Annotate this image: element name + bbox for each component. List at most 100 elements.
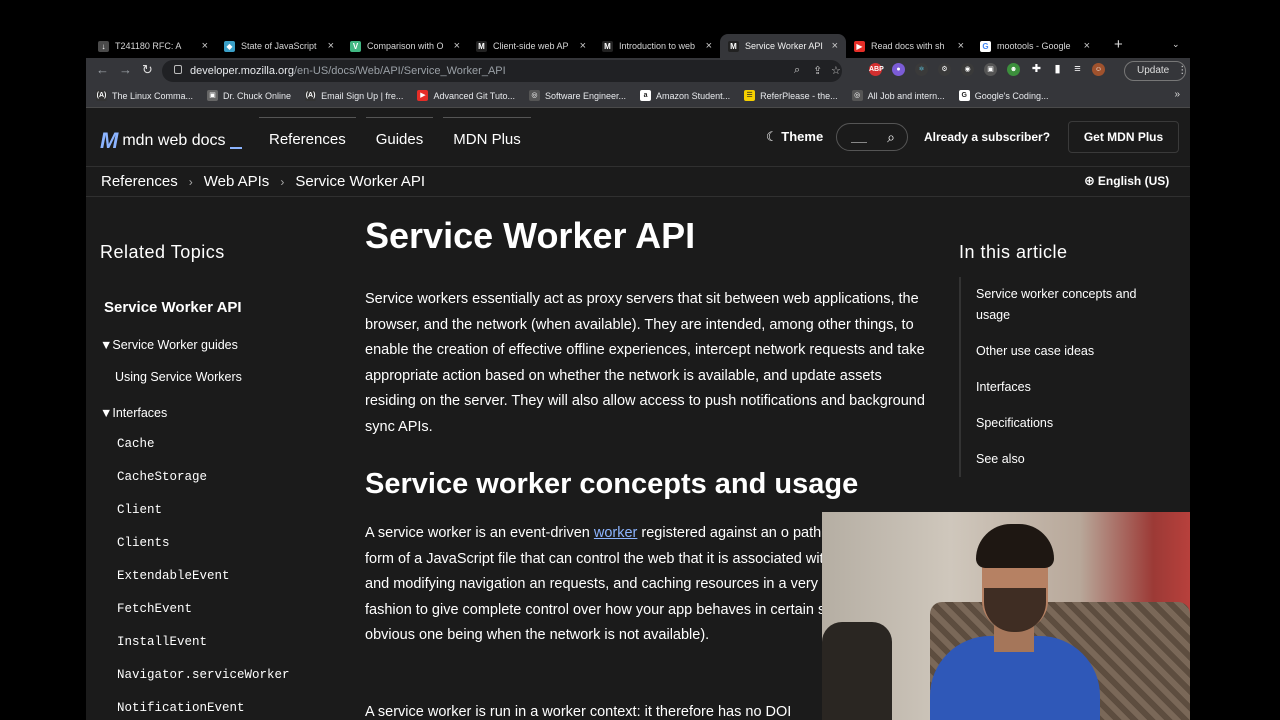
- bookmark-favicon: ☰: [744, 90, 756, 101]
- chevron-double-right-icon[interactable]: »: [1174, 89, 1180, 100]
- bookmark-star-icon[interactable]: ☆: [831, 64, 841, 77]
- sidebar-item-installevent[interactable]: InstallEvent: [117, 635, 207, 649]
- tab-state-of-js[interactable]: ◆ State of JavaScript ×: [216, 34, 342, 58]
- bookmark-referplease[interactable]: ☰ ReferPlease - the...: [744, 90, 838, 101]
- tab-label: Read docs with sh: [871, 41, 945, 51]
- tab-label: State of JavaScript: [241, 41, 317, 51]
- bookmark-all-jobs[interactable]: ◎ All Job and intern...: [851, 90, 945, 101]
- bookmark-advanced-git[interactable]: ▶ Advanced Git Tuto...: [417, 90, 515, 101]
- share-icon[interactable]: ⇪: [813, 64, 822, 77]
- profile-avatar[interactable]: ☺: [1092, 63, 1105, 76]
- toc-item-see-also[interactable]: See also: [976, 449, 1025, 470]
- bookmark-software-engineer[interactable]: ◎ Software Engineer...: [528, 90, 626, 101]
- chevron-down-icon[interactable]: ⌄: [1172, 39, 1180, 50]
- bookmark-email-signup[interactable]: (A) Email Sign Up | fre...: [305, 90, 403, 101]
- tab-favicon: ▶: [854, 40, 865, 52]
- triangle-down-icon: ▼: [100, 406, 113, 420]
- tab-service-worker-api[interactable]: M Service Worker API ×: [720, 34, 846, 58]
- nav-mdn-plus[interactable]: MDN Plus: [443, 117, 531, 161]
- back-icon[interactable]: ←: [96, 62, 109, 77]
- sidebar-item-clients[interactable]: Clients: [117, 536, 170, 550]
- reload-icon[interactable]: ↻: [142, 62, 153, 78]
- reading-list-icon[interactable]: ≡: [1071, 63, 1084, 76]
- sidebar-item-cache[interactable]: Cache: [117, 437, 155, 451]
- sidebar-item-using-service-workers[interactable]: Using Service Workers: [115, 370, 242, 384]
- sidebar-item-client[interactable]: Client: [117, 503, 162, 517]
- puzzle-extensions-icon[interactable]: ✚: [1030, 63, 1043, 76]
- gamepad-extension-icon[interactable]: ◉: [961, 63, 974, 76]
- react-devtools-icon[interactable]: ⚛: [915, 63, 928, 76]
- mdn-logo[interactable]: M mdn web docs: [100, 128, 242, 154]
- zoom-icon[interactable]: ⌕: [794, 64, 800, 77]
- update-button[interactable]: Update ⋮: [1124, 61, 1187, 81]
- sidebar-item-notificationevent[interactable]: NotificationEvent: [117, 701, 245, 715]
- breadcrumb-service-worker-api[interactable]: Service Worker API: [295, 173, 425, 190]
- toc-item-specifications[interactable]: Specifications: [976, 413, 1053, 434]
- nav-references[interactable]: References: [259, 117, 356, 161]
- sidebar-item-fetchevent[interactable]: FetchEvent: [117, 602, 192, 616]
- tab-mootools[interactable]: Gmootools - Google ×: [972, 34, 1098, 58]
- sidebar-current-page[interactable]: Service Worker API: [104, 299, 242, 316]
- toc-item-concepts[interactable]: Service worker concepts and usage: [976, 284, 1156, 326]
- sidebar-item-extendableevent[interactable]: ExtendableEvent: [117, 569, 230, 583]
- close-icon[interactable]: ×: [202, 40, 208, 52]
- sidebar-item-cachestorage[interactable]: CacheStorage: [117, 470, 207, 484]
- worker-link[interactable]: worker: [594, 525, 638, 541]
- bookmark-amazon-student[interactable]: a Amazon Student...: [640, 90, 730, 101]
- main-nav: References Guides MDN Plus: [259, 117, 541, 161]
- settings-extension-icon[interactable]: ⚙: [938, 63, 951, 76]
- site-header: M mdn web docs References Guides MDN Plu…: [86, 109, 1190, 167]
- sidebar-item-navigator-serviceworker[interactable]: Navigator.serviceWorker: [117, 668, 290, 682]
- sidebar-panel-icon[interactable]: ▮: [1051, 63, 1064, 76]
- bookmark-label: The Linux Comma...: [112, 90, 194, 101]
- bookmark-favicon: (A): [305, 90, 317, 101]
- bookmark-google-coding[interactable]: G Google's Coding...: [958, 90, 1048, 101]
- forward-icon[interactable]: →: [119, 62, 132, 77]
- toc-item-other-use-cases[interactable]: Other use case ideas: [976, 341, 1094, 362]
- tab-rfc[interactable]: ↓ T241180 RFC: A ×: [90, 34, 216, 58]
- tab-client-side-web-api[interactable]: M Client-side web AP ×: [468, 34, 594, 58]
- nav-guides[interactable]: Guides: [365, 117, 434, 161]
- bookmark-linux-command[interactable]: (A) The Linux Comma...: [96, 90, 193, 101]
- close-icon[interactable]: ×: [1084, 40, 1090, 52]
- bookmark-dr-chuck[interactable]: ▣ Dr. Chuck Online: [207, 90, 291, 101]
- paragraph-text: A service worker is an event-driven: [365, 525, 594, 541]
- theme-button[interactable]: ☾ Theme: [766, 129, 823, 145]
- breadcrumb-bar: References › Web APIs › Service Worker A…: [86, 168, 1190, 197]
- sidebar: Related Topics Service Worker API ▼Servi…: [100, 198, 340, 720]
- sidebar-group-interfaces[interactable]: ▼Interfaces: [100, 406, 167, 420]
- kebab-menu-icon[interactable]: ⋮: [1177, 65, 1187, 76]
- url-path: /en-US/docs/Web/API/Service_Worker_API: [293, 65, 506, 77]
- toc-item-interfaces[interactable]: Interfaces: [976, 377, 1031, 398]
- bookmark-favicon: a: [640, 90, 652, 101]
- search-placeholder-line: [851, 142, 867, 143]
- new-tab-icon[interactable]: +: [1114, 36, 1123, 53]
- breadcrumb-references[interactable]: References: [101, 173, 178, 190]
- close-icon[interactable]: ×: [706, 40, 712, 52]
- bookmark-label: All Job and intern...: [867, 90, 945, 101]
- breadcrumb-web-apis[interactable]: Web APIs: [204, 173, 270, 190]
- frog-extension-icon[interactable]: ☻: [1007, 63, 1020, 76]
- bookmark-label: Email Sign Up | fre...: [321, 90, 404, 101]
- image-extension-icon[interactable]: ▣: [984, 63, 997, 76]
- language-switcher[interactable]: ⊕ English (US): [1084, 173, 1169, 189]
- section-heading: Service worker concepts and usage: [365, 468, 859, 500]
- close-icon[interactable]: ×: [958, 40, 964, 52]
- close-icon[interactable]: ×: [454, 40, 460, 52]
- tab-introduction[interactable]: M Introduction to web ×: [594, 34, 720, 58]
- close-icon[interactable]: ×: [328, 40, 334, 52]
- get-mdn-plus-button[interactable]: Get MDN Plus: [1068, 121, 1179, 153]
- tab-read-docs[interactable]: ▶ Read docs with sh ×: [846, 34, 972, 58]
- globe-icon: ⊕: [1084, 173, 1095, 188]
- subscriber-link[interactable]: Already a subscriber?: [924, 130, 1050, 144]
- color-extension-icon[interactable]: ●: [892, 63, 905, 76]
- close-icon[interactable]: ×: [580, 40, 586, 52]
- search-button[interactable]: ⌕: [836, 123, 908, 151]
- chevron-right-icon: ›: [188, 174, 193, 189]
- sidebar-group-guides[interactable]: ▼Service Worker guides: [100, 338, 238, 352]
- address-bar[interactable]: developer.mozilla.org/en-US/docs/Web/API…: [162, 60, 842, 82]
- mdn-logo-mark: M: [100, 128, 118, 153]
- close-icon[interactable]: ×: [832, 40, 838, 52]
- tab-comparison[interactable]: V Comparison with O ×: [342, 34, 468, 58]
- adblock-extension-icon[interactable]: ABP: [869, 63, 884, 76]
